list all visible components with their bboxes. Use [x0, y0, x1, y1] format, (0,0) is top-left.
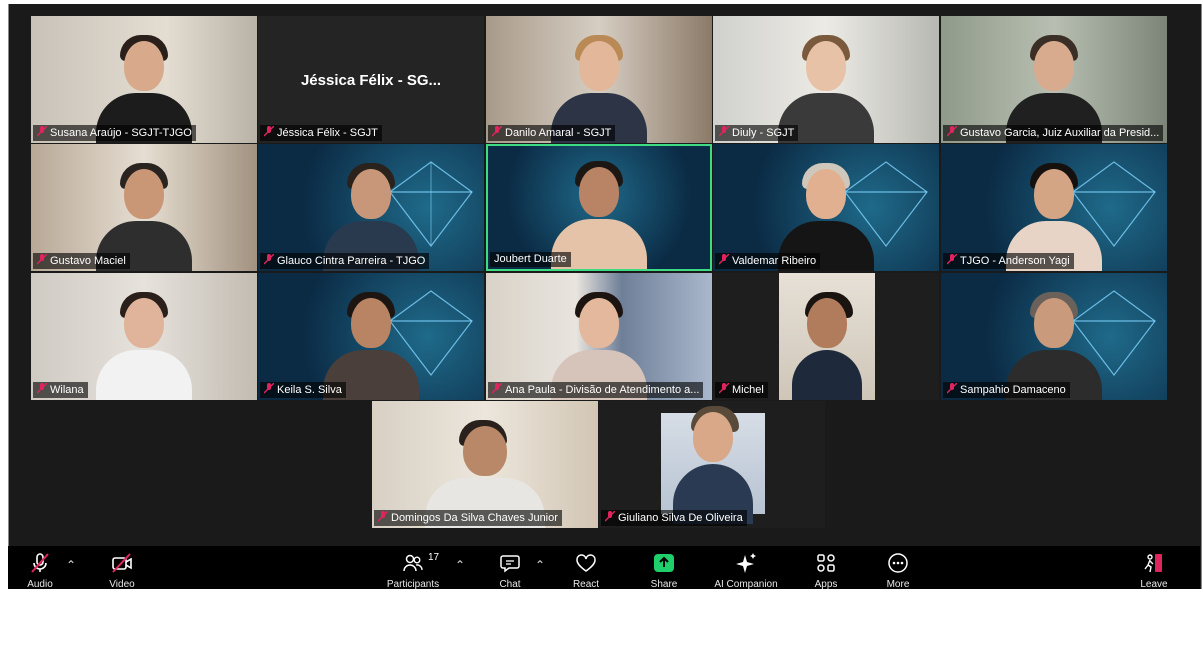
participant-display-name: Jéssica Félix - SG...: [300, 72, 442, 89]
apps-icon: [817, 554, 835, 572]
leave-door-icon: [1144, 554, 1162, 573]
video-label: Video: [109, 579, 135, 589]
participant-name: Valdemar Ribeiro: [715, 253, 821, 269]
mic-muted-icon: [37, 254, 47, 265]
mic-muted-icon: [264, 126, 274, 137]
share-label: Share: [650, 579, 678, 589]
ai-companion-label: AI Companion: [714, 579, 778, 589]
participant-name: Gustavo Garcia, Juiz Auxiliar da Presid.…: [943, 125, 1164, 141]
participant-name: Wilana: [33, 382, 88, 398]
react-button[interactable]: React: [566, 552, 606, 589]
mic-muted-icon: [31, 553, 49, 573]
mic-muted-icon: [264, 383, 274, 394]
mic-muted-icon: [947, 126, 957, 137]
video-tile-michel[interactable]: Michel: [713, 273, 939, 400]
participant-name: Joubert Duarte: [490, 252, 571, 267]
ai-companion-button[interactable]: AI Companion: [710, 552, 782, 589]
more-icon: [888, 553, 908, 573]
participant-name: Susana Araújo - SGJT-TJGO: [33, 125, 196, 141]
participants-label: Participants: [386, 579, 440, 589]
chat-label: Chat: [499, 579, 521, 589]
participant-name: Gustavo Maciel: [33, 253, 130, 269]
video-tile-valdemar[interactable]: Valdemar Ribeiro: [713, 144, 939, 271]
share-screen-icon: [654, 554, 674, 572]
video-tile-wilana[interactable]: Wilana: [31, 273, 257, 400]
participant-name: Michel: [715, 382, 768, 398]
more-button[interactable]: More: [880, 552, 916, 589]
camera-feed: [661, 406, 765, 524]
video-off-icon: [112, 553, 132, 573]
leave-button[interactable]: Leave: [1136, 552, 1172, 589]
mic-muted-icon: [719, 254, 729, 265]
apps-button[interactable]: Apps: [808, 552, 844, 589]
leave-label: Leave: [1140, 579, 1168, 589]
video-tile-anderson[interactable]: TJGO - Anderson Yagi: [941, 144, 1167, 271]
audio-button[interactable]: Audio: [22, 552, 58, 589]
video-tile-diuly[interactable]: Diuly - SGJT: [713, 16, 939, 143]
chat-button[interactable]: Chat: [492, 552, 528, 589]
mic-muted-icon: [947, 383, 957, 394]
audio-label: Audio: [27, 579, 53, 589]
participant-name: Giuliano Silva De Oliveira: [601, 510, 747, 526]
participant-name: Sampahio Damaceno: [943, 382, 1070, 398]
participants-count-badge: 17: [428, 552, 440, 563]
participant-name: Glauco Cintra Parreira - TJGO: [260, 253, 430, 269]
participant-name: Ana Paula - Divisão de Atendimento a...: [488, 382, 704, 398]
video-tile-domingos[interactable]: Domingos Da Silva Chaves Junior: [372, 401, 598, 528]
video-tile-susana[interactable]: Susana Araújo - SGJT-TJGO: [31, 16, 257, 143]
mic-muted-icon: [378, 511, 388, 522]
sparkle-icon: [736, 553, 756, 573]
meeting-window: Susana Araújo - SGJT-TJGO Jéssica Félix …: [8, 4, 1202, 589]
participant-name: Danilo Amaral - SGJT: [488, 125, 616, 141]
video-tile-gustavo-garcia[interactable]: Gustavo Garcia, Juiz Auxiliar da Presid.…: [941, 16, 1167, 143]
meeting-toolbar: Audio ⌃ Video Participants 17 ⌃ Chat ⌃ R…: [8, 546, 1200, 589]
mic-muted-icon: [492, 383, 502, 394]
chat-icon: [500, 555, 520, 573]
video-tile-ana-paula[interactable]: Ana Paula - Divisão de Atendimento a...: [486, 273, 712, 400]
more-label: More: [886, 579, 910, 589]
video-tile-keila[interactable]: Keila S. Silva: [258, 273, 484, 400]
video-button[interactable]: Video: [102, 552, 142, 589]
participant-name: Jéssica Félix - SGJT: [260, 125, 382, 141]
participant-name: Keila S. Silva: [260, 382, 346, 398]
mic-muted-icon: [605, 511, 615, 522]
chat-options-chevron-up-icon[interactable]: ⌃: [535, 558, 545, 572]
participant-name: Domingos Da Silva Chaves Junior: [374, 510, 562, 526]
participant-name: Diuly - SGJT: [715, 125, 799, 141]
mic-muted-icon: [719, 126, 729, 137]
mic-muted-icon: [492, 126, 502, 137]
audio-options-chevron-up-icon[interactable]: ⌃: [66, 558, 76, 572]
video-tile-jessica[interactable]: Jéssica Félix - SG... Jéssica Félix - SG…: [258, 16, 484, 143]
share-button[interactable]: Share: [644, 552, 684, 589]
video-tile-glauco[interactable]: Glauco Cintra Parreira - TJGO: [258, 144, 484, 271]
mic-muted-icon: [719, 383, 729, 394]
apps-label: Apps: [814, 579, 838, 589]
react-label: React: [572, 579, 600, 589]
mic-muted-icon: [264, 254, 274, 265]
participants-options-chevron-up-icon[interactable]: ⌃: [455, 558, 465, 572]
participant-name: TJGO - Anderson Yagi: [943, 253, 1074, 269]
video-tile-giuliano[interactable]: Giuliano Silva De Oliveira: [599, 401, 825, 528]
mic-muted-icon: [947, 254, 957, 265]
heart-icon: [576, 554, 596, 572]
mic-muted-icon: [37, 126, 47, 137]
mic-muted-icon: [37, 383, 47, 394]
video-tile-gustavo-maciel[interactable]: Gustavo Maciel: [31, 144, 257, 271]
video-tile-joubert-active-speaker[interactable]: Joubert Duarte: [486, 144, 712, 271]
video-tile-danilo[interactable]: Danilo Amaral - SGJT: [486, 16, 712, 143]
video-tile-sampahio[interactable]: Sampahio Damaceno: [941, 273, 1167, 400]
camera-feed: [779, 273, 875, 400]
participants-icon: [403, 554, 423, 572]
